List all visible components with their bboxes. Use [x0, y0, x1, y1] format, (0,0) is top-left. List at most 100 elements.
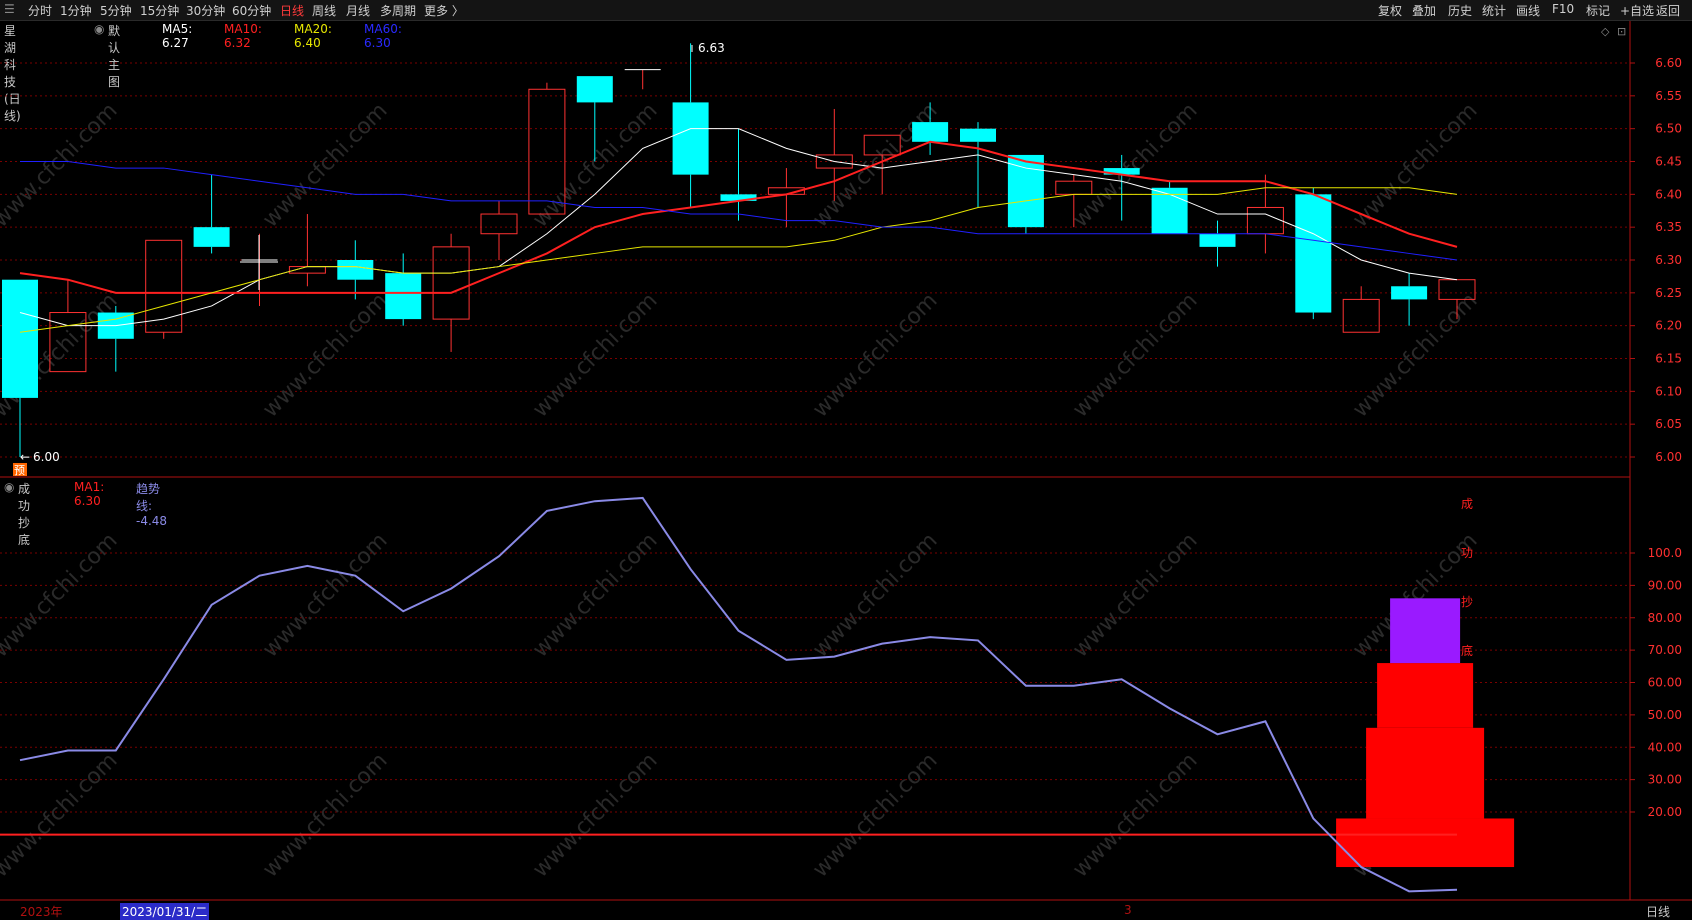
signal-vertical-char: 功 — [1461, 546, 1473, 560]
candle[interactable] — [193, 174, 230, 254]
candle-body-down — [1199, 233, 1236, 247]
price-tick-label: 6.60 — [1655, 56, 1682, 70]
candle[interactable] — [1007, 154, 1044, 234]
watermark-text: www.cfchi.com — [1068, 528, 1202, 662]
watermark-text: www.cfchi.com — [1348, 288, 1482, 422]
watermark-text: www.cfchi.com — [808, 288, 942, 422]
candle-body-down — [193, 227, 230, 247]
footer-year: 2023年 — [20, 905, 63, 919]
candles — [2, 43, 1476, 457]
candle-body-down — [672, 102, 709, 175]
watermark-text: www.cfchi.com — [0, 528, 123, 662]
indicator-tick-label: 60.00 — [1648, 676, 1682, 690]
indicator-plot: 成功抄底 — [0, 496, 1515, 893]
candle[interactable] — [385, 253, 422, 326]
watermark-text: www.cfchi.com — [528, 98, 662, 232]
price-tick-label: 6.25 — [1655, 286, 1682, 300]
indicator-tick-label: 20.00 — [1648, 805, 1682, 819]
footer-period[interactable]: 日线 — [1646, 903, 1670, 920]
candle[interactable] — [1151, 181, 1188, 234]
watermark-text: www.cfchi.com — [258, 748, 392, 882]
candle-body-down — [960, 128, 996, 142]
price-tick-label: 6.30 — [1655, 253, 1682, 267]
footer-month-marker: 3 — [1124, 903, 1132, 917]
indicator-tick-label: 80.00 — [1648, 611, 1682, 625]
chart-expand-icon[interactable]: ◇ — [1601, 25, 1610, 38]
watermark-text: www.cfchi.com — [528, 748, 662, 882]
price-tick-label: 6.35 — [1655, 220, 1682, 234]
candle[interactable] — [1295, 187, 1332, 320]
candle[interactable] — [720, 128, 757, 221]
candle[interactable] — [2, 279, 38, 457]
indicator-tick-label: 100.0 — [1648, 546, 1682, 560]
candle-body-down — [385, 273, 422, 320]
signal-vertical-char: 抄 — [1461, 595, 1473, 609]
candle[interactable] — [672, 43, 709, 208]
watermark-text: www.cfchi.com — [808, 528, 942, 662]
indicator-tick-label: 70.00 — [1648, 643, 1682, 657]
candle-body-down — [912, 122, 949, 142]
candle[interactable] — [480, 200, 518, 260]
price-tick-label: 6.50 — [1655, 122, 1682, 136]
signal-bar — [1336, 818, 1515, 868]
candle-body-down — [2, 279, 38, 398]
watermark-text: www.cfchi.com — [1068, 288, 1202, 422]
price-tick-label: 6.40 — [1655, 187, 1682, 201]
price-tick-label: 6.10 — [1655, 384, 1682, 398]
indicator-tick-label: 30.00 — [1648, 773, 1682, 787]
candle[interactable] — [624, 69, 661, 90]
signal-bar — [1377, 663, 1474, 728]
candle[interactable] — [288, 214, 326, 287]
pre-badge: 预 — [14, 464, 25, 477]
candle-body-up — [432, 246, 470, 320]
signal-vertical-char: 底 — [1461, 643, 1473, 658]
chart-settings-icon[interactable]: ⊡ — [1617, 25, 1626, 38]
candle-body-down — [337, 260, 374, 280]
signal-bar — [1366, 727, 1485, 819]
candle-body-down — [1391, 286, 1428, 300]
candle-body-up — [480, 213, 518, 235]
candle-body-up — [1246, 206, 1284, 235]
candle-body-up — [145, 239, 183, 333]
axes: 6.60 6.55 6.50 6.45 6.40 6.35 6.30 6.25 6.20 6.15… — [1630, 56, 1682, 819]
kline-chart[interactable]: www.cfchi.com www.cfchi.com www.cfchi.com w… — [0, 0, 1692, 919]
price-tick-label: 6.05 — [1655, 417, 1682, 431]
price-tick-label: 6.15 — [1655, 352, 1682, 366]
watermark-text: www.cfchi.com — [1348, 98, 1482, 232]
price-tick-label: 6.55 — [1655, 89, 1682, 103]
watermarks: www.cfchi.com www.cfchi.com www.cfchi.com w… — [0, 98, 1483, 882]
watermark-text: www.cfchi.com — [0, 748, 123, 882]
price-tick-label: 6.20 — [1655, 319, 1682, 333]
candle[interactable] — [767, 168, 805, 228]
signal-bar — [1390, 598, 1461, 664]
candle[interactable] — [337, 240, 374, 300]
candle[interactable] — [145, 239, 183, 339]
candle-body-up — [1055, 180, 1093, 195]
candle[interactable] — [1391, 273, 1428, 326]
candle-body-down — [1295, 194, 1332, 313]
watermark-text: www.cfchi.com — [1068, 748, 1202, 882]
indicator-tick-label: 40.00 — [1648, 740, 1682, 754]
watermark-text: www.cfchi.com — [258, 98, 392, 232]
footer-cursor-date: 2023/01/31/二 — [120, 903, 210, 920]
candle-body-down — [576, 76, 613, 103]
low-price-label: 6.00 — [33, 450, 60, 464]
watermark-text: www.cfchi.com — [808, 98, 942, 232]
low-price-arrow: ← — [20, 450, 30, 464]
price-tick-label: 6.45 — [1655, 155, 1682, 169]
indicator-trend-line — [19, 496, 1458, 893]
watermark-text: www.cfchi.com — [528, 288, 662, 422]
footer-bar: 2023年 2023/01/31/二 3 日线 — [0, 901, 1692, 920]
indicator-tick-label: 90.00 — [1648, 578, 1682, 592]
watermark-text: www.cfchi.com — [808, 748, 942, 882]
watermark-text: www.cfchi.com — [0, 98, 123, 232]
watermark-text: www.cfchi.com — [528, 528, 662, 662]
high-price-label: 6.63 — [698, 41, 725, 55]
signal-vertical-char: 成 — [1461, 497, 1473, 511]
watermark-text: www.cfchi.com — [258, 528, 392, 662]
candle-body-up — [1342, 298, 1380, 333]
candle-body-down — [1007, 154, 1044, 228]
indicator-tick-label: 50.00 — [1648, 708, 1682, 722]
price-tick-label: 6.00 — [1655, 450, 1682, 464]
watermark-text: www.cfchi.com — [258, 288, 392, 422]
